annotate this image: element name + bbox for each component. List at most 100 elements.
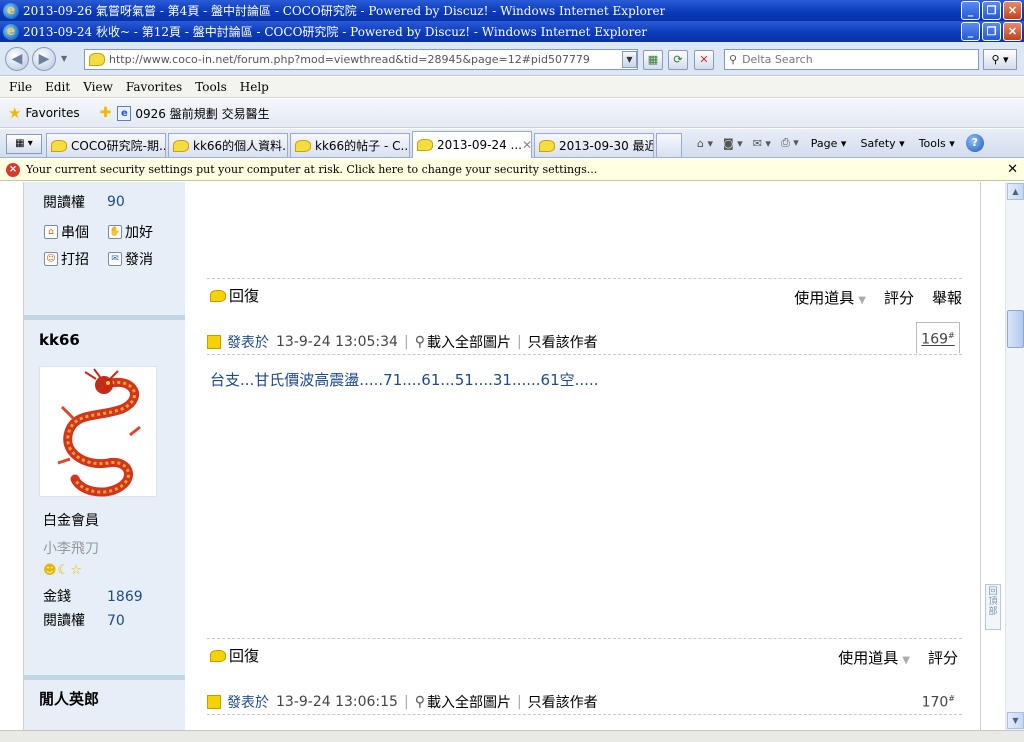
greet-button[interactable]: ☺ 打招: [44, 249, 89, 269]
button-label: 加好: [125, 225, 153, 241]
safety-menu[interactable]: Safety ▾: [860, 137, 904, 150]
home-icon[interactable]: ⌂ ▾: [697, 137, 713, 150]
menu-tools[interactable]: Tools: [195, 80, 227, 94]
search-input[interactable]: ⚲ Delta Search: [724, 49, 979, 70]
forward-button[interactable]: ▶: [32, 47, 56, 71]
posted-at-label: 發表於: [227, 335, 269, 351]
compatibility-icon[interactable]: ▦: [643, 50, 663, 70]
page-menu-label: Page: [810, 136, 838, 150]
stop-icon[interactable]: ✕: [694, 50, 714, 70]
back-button[interactable]: ◀: [5, 47, 29, 71]
site-favicon-icon: [89, 53, 105, 66]
favorites-star-icon: ★: [8, 104, 22, 122]
rate-link[interactable]: 評分: [884, 287, 914, 308]
mail-icon[interactable]: ✉ ▾: [753, 137, 771, 150]
add-friend-button[interactable]: ✋ 加好: [108, 222, 153, 242]
security-infobar[interactable]: ✕ Your current security settings put you…: [0, 159, 1024, 181]
help-icon[interactable]: ?: [965, 134, 984, 152]
post-date: 13-9-24 13:05:34: [276, 334, 398, 350]
tab-favicon-icon: [173, 139, 189, 152]
vertical-scrollbar[interactable]: ▲ ▼: [1005, 182, 1024, 730]
menu-file[interactable]: File: [9, 80, 32, 94]
divider: [207, 714, 962, 715]
page-content: 6924 閱讀權 90 ⌂串個 ✋加好 ☺打招 ✉發消 kk66 白金會員 小: [0, 182, 1005, 730]
envelope-icon: ✉: [108, 252, 122, 266]
search-go-button[interactable]: ⚲ ▾: [983, 49, 1017, 70]
window-title: 2013-09-24 秋收~ - 第12頁 - 盤中討論區 - COCO研究院 …: [23, 25, 648, 39]
tab-kk66-posts[interactable]: kk66的帖子 - C...: [290, 133, 410, 157]
quick-tabs-button[interactable]: ▦ ▾: [6, 134, 42, 154]
next-post-author-name[interactable]: 閒人英郎: [39, 688, 99, 709]
tab-current-thread[interactable]: 2013-09-24 ... ✕: [412, 131, 532, 158]
feeds-icon[interactable]: ◙ ▾: [723, 137, 743, 150]
new-tab-button[interactable]: [656, 133, 682, 157]
report-link[interactable]: 舉報: [932, 287, 962, 308]
load-all-images-link[interactable]: 載入全部圖片: [427, 332, 511, 352]
address-dropdown-icon[interactable]: ▼: [622, 51, 637, 68]
reply-label: 回復: [229, 647, 260, 665]
rate-link[interactable]: 評分: [928, 647, 958, 668]
tab-coco-home[interactable]: COCO研究院-期...: [46, 133, 166, 157]
scroll-up-icon[interactable]: ▲: [1007, 183, 1024, 200]
send-message-button[interactable]: ✉ 發消: [108, 249, 153, 269]
add-favorite-icon[interactable]: ✚: [100, 105, 112, 121]
tab-label: COCO研究院-期...: [71, 139, 166, 153]
favorites-button[interactable]: Favorites: [25, 106, 79, 120]
print-icon[interactable]: ⎙ ▾: [781, 136, 799, 150]
author-only-link[interactable]: 只看該作者: [528, 332, 598, 352]
reply-button[interactable]: 回復: [210, 285, 259, 306]
menu-favorites[interactable]: Favorites: [126, 80, 182, 94]
scroll-down-icon[interactable]: ▼: [1007, 712, 1024, 729]
floor-number-link[interactable]: 169#: [916, 322, 960, 353]
use-tools-menu[interactable]: 使用道具 ▼: [820, 647, 910, 668]
tab-favicon-icon: [417, 139, 433, 151]
minimize-button[interactable]: _: [961, 22, 980, 41]
tools-menu[interactable]: Tools ▾: [919, 137, 955, 150]
history-dropdown-icon[interactable]: ▼: [61, 54, 67, 63]
divider: [207, 638, 962, 639]
button-label: 串個: [61, 225, 89, 241]
tab-label: 2013-09-24 ...: [437, 138, 522, 152]
infobar-close-icon[interactable]: ✕: [1007, 162, 1018, 177]
tab-0930-thread[interactable]: 2013-09-30 最近...: [534, 133, 654, 157]
magnifier-icon: ⚲: [414, 694, 425, 710]
tab-kk66-profile[interactable]: kk66的個人資料...: [168, 133, 288, 157]
ie-icon: e: [3, 23, 19, 40]
author-only-link[interactable]: 只看該作者: [528, 692, 598, 712]
favorites-bar: ★ Favorites ✚ e 0926 盤前規劃 交易醫生: [0, 99, 1024, 128]
search-icon: ⚲: [729, 53, 738, 66]
restore-button[interactable]: ❐: [982, 1, 1001, 20]
add-to-list-button[interactable]: ⌂ 串個: [44, 222, 89, 242]
minimize-button[interactable]: _: [961, 1, 980, 20]
close-button[interactable]: ✕: [1003, 22, 1022, 41]
read-value: 70: [107, 613, 125, 629]
address-field[interactable]: http://www.coco-in.net/forum.php?mod=vie…: [84, 49, 638, 70]
reply-label: 回復: [229, 287, 260, 305]
chevron-down-icon: ▼: [858, 295, 866, 306]
favorite-link[interactable]: 0926 盤前規劃 交易醫生: [135, 105, 269, 122]
page-menu[interactable]: Page ▾: [811, 137, 847, 150]
window-titlebar-2[interactable]: e 2013-09-24 秋收~ - 第12頁 - 盤中討論區 - COCO研究…: [0, 21, 1024, 42]
menu-view[interactable]: View: [83, 80, 113, 94]
reply-button[interactable]: 回復: [210, 645, 259, 666]
scroll-thumb[interactable]: [1007, 310, 1024, 348]
menu-edit[interactable]: Edit: [45, 80, 70, 94]
post-author-name[interactable]: kk66: [39, 331, 80, 349]
use-tools-menu[interactable]: 使用道具 ▼: [776, 287, 866, 308]
load-all-images-link[interactable]: 載入全部圖片: [427, 692, 511, 712]
gold-label: 金錢: [43, 589, 71, 605]
command-bar: ⌂ ▾ ◙ ▾ ✉ ▾ ⎙ ▾ Page ▾ Safety ▾ Tools ▾ …: [692, 131, 984, 155]
refresh-icon[interactable]: ⟳: [668, 50, 688, 70]
menu-help[interactable]: Help: [240, 80, 269, 94]
tab-close-icon[interactable]: ✕: [522, 138, 531, 152]
back-to-top-button[interactable]: 回頂部: [985, 584, 1001, 630]
button-label: 打招: [61, 252, 89, 268]
security-warning-icon: ✕: [6, 162, 20, 177]
close-button[interactable]: ✕: [1003, 1, 1022, 20]
floor-number-link[interactable]: 170#: [922, 694, 955, 711]
address-url: http://www.coco-in.net/forum.php?mod=vie…: [109, 53, 590, 66]
window-titlebar-1[interactable]: e 2013-09-26 氣嘗呀氣嘗 - 第4頁 - 盤中討論區 - COCO研…: [0, 0, 1024, 21]
post-header: 發表於 13-9-24 13:06:15 | ⚲ 載入全部圖片 | 只看該作者: [207, 692, 598, 712]
user-avatar[interactable]: [39, 366, 157, 497]
restore-button[interactable]: ❐: [982, 22, 1001, 41]
